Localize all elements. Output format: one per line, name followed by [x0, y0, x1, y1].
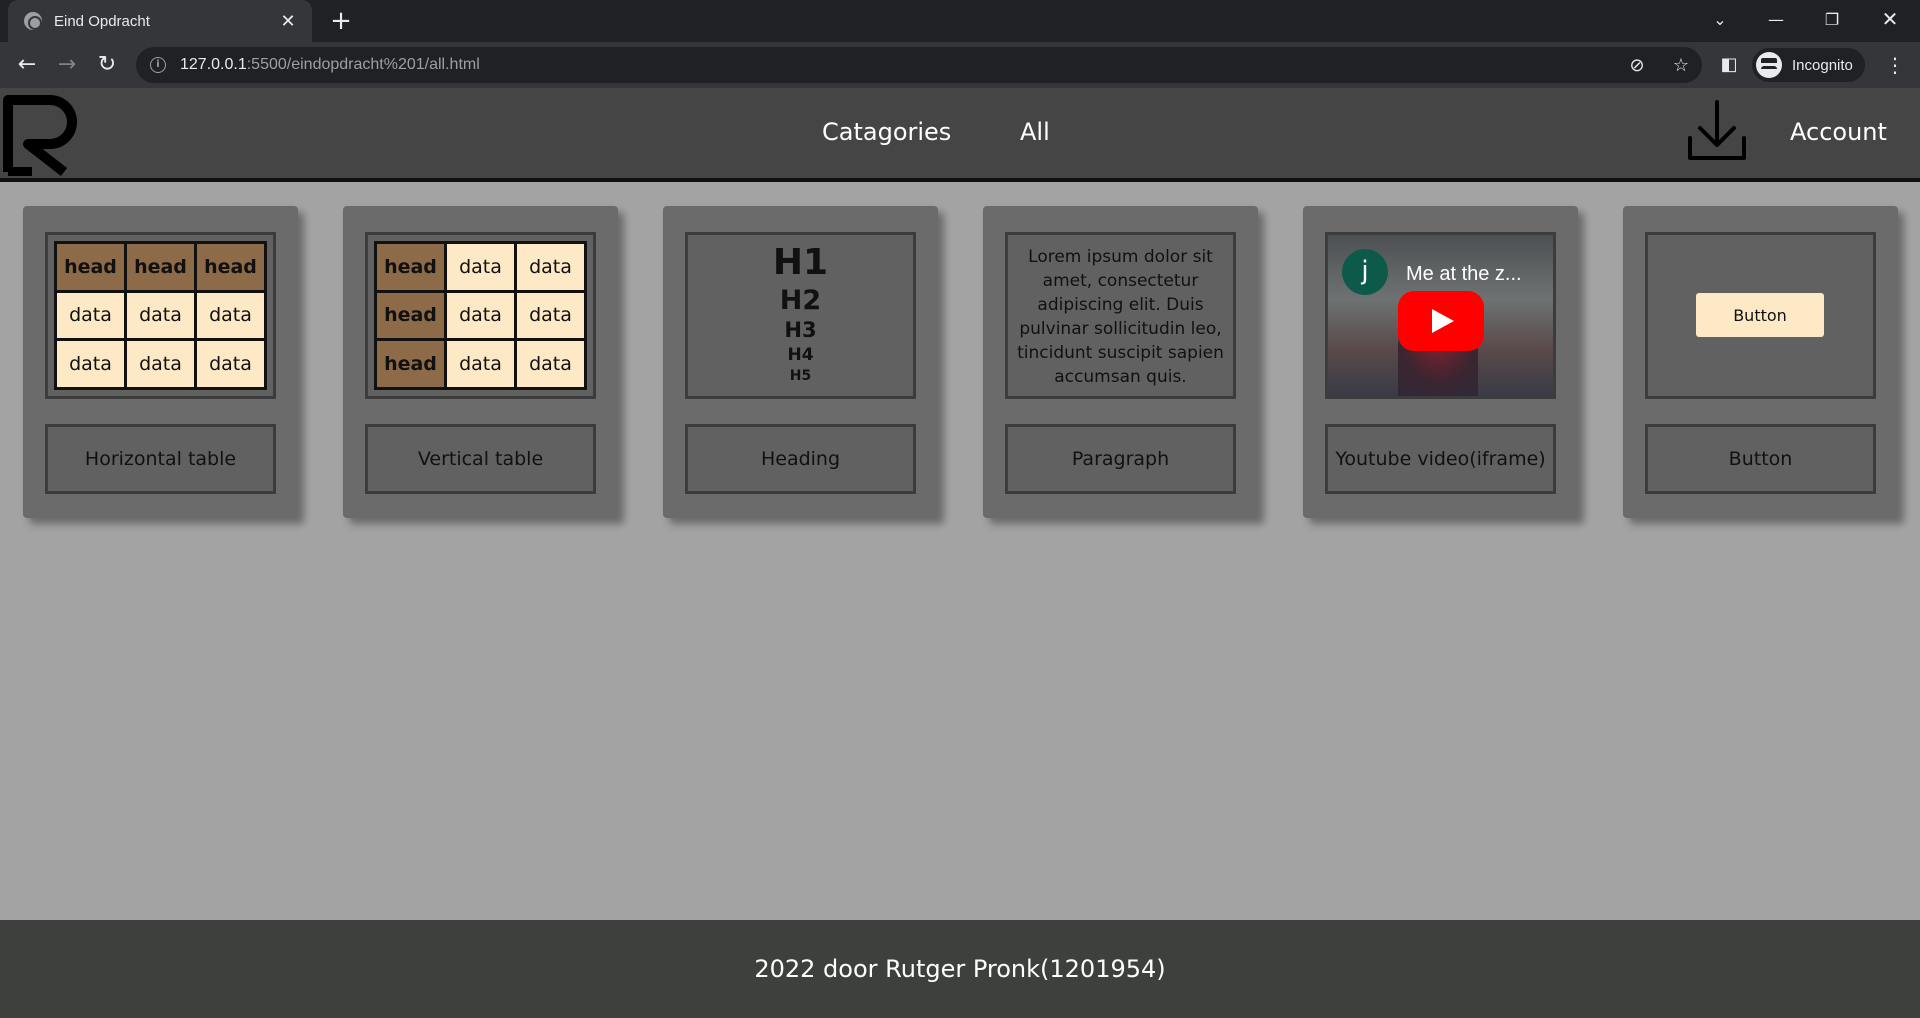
table-row: data data data: [54, 289, 267, 342]
minimize-button[interactable]: —: [1748, 0, 1804, 38]
table-data-cell: data: [54, 289, 127, 342]
eye-slash-icon[interactable]: ⊘: [1626, 55, 1648, 77]
table-data-cell: data: [444, 338, 517, 390]
table-data-cell: data: [514, 338, 587, 390]
demo-button[interactable]: Button: [1696, 293, 1824, 337]
paragraph-preview: Lorem ipsum dolor sit amet, consectetur …: [1005, 232, 1236, 399]
heading-h5: H5: [789, 368, 812, 384]
tab-title: Eind Opdracht: [54, 12, 150, 30]
globe-icon: [24, 12, 42, 30]
table-data-cell: data: [514, 289, 587, 342]
paragraph-text: Lorem ipsum dolor sit amet, consectetur …: [1017, 247, 1224, 387]
heading-preview: H1 H2 H3 H4 H5: [685, 232, 916, 399]
youtube-preview: j Me at the z...: [1325, 232, 1556, 399]
heading-stack: H1 H2 H3 H4 H5: [688, 235, 913, 396]
card-label: Paragraph: [1005, 424, 1236, 494]
nav-link-all[interactable]: All: [1020, 118, 1050, 146]
heading-h2: H2: [779, 285, 822, 316]
heading-h1: H1: [772, 242, 829, 283]
table-row: head data data: [374, 338, 587, 390]
horizontal-table-preview: head head head data data data data data …: [45, 232, 276, 399]
footer-text: 2022 door Rutger Pronk(1201954): [754, 955, 1166, 983]
table-row: data data data: [54, 338, 267, 390]
table-data-cell: data: [54, 338, 127, 390]
vertical-table: head data data head data data head data …: [374, 241, 587, 390]
url-path: :5500/eindopdracht%201/all.html: [246, 56, 480, 73]
table-data-cell: data: [194, 289, 267, 342]
site-info-icon[interactable]: i: [150, 57, 166, 73]
star-icon[interactable]: ☆: [1670, 55, 1692, 77]
close-tab-icon[interactable]: ✕: [278, 11, 298, 32]
account-link[interactable]: Account: [1790, 118, 1887, 146]
table-head-cell: head: [124, 241, 197, 293]
table-row: head data data: [374, 241, 587, 293]
table-data-cell: data: [444, 289, 517, 342]
browser-toolbar: ← → ↻ i 127.0.0.1:5500/eindopdracht%201/…: [0, 42, 1920, 88]
incognito-icon: [1756, 52, 1782, 78]
play-icon[interactable]: [1398, 291, 1484, 351]
card-heading[interactable]: H1 H2 H3 H4 H5 Heading: [663, 206, 938, 518]
heading-h3: H3: [784, 318, 817, 342]
restore-button[interactable]: ❐: [1804, 0, 1860, 38]
nav-link-catagories[interactable]: Catagories: [822, 118, 951, 146]
table-data-cell: data: [124, 338, 197, 390]
browser-tab[interactable]: Eind Opdracht ✕: [8, 0, 312, 42]
table-head-cell: head: [374, 338, 447, 390]
back-arrow-icon[interactable]: ←: [12, 50, 42, 80]
download-icon[interactable]: [1686, 98, 1748, 164]
card-vertical-table[interactable]: head data data head data data head data …: [343, 206, 618, 518]
card-label: Button: [1645, 424, 1876, 494]
youtube-embed[interactable]: j Me at the z...: [1328, 235, 1553, 396]
horizontal-table: head head head data data data data data …: [54, 241, 267, 390]
table-data-cell: data: [514, 241, 587, 293]
address-bar[interactable]: i 127.0.0.1:5500/eindopdracht%201/all.ht…: [136, 47, 1702, 83]
card-label: Youtube video(iframe): [1325, 424, 1556, 494]
table-data-cell: data: [124, 289, 197, 342]
site-header: Catagories All Account: [0, 88, 1920, 182]
table-head-cell: head: [374, 289, 447, 342]
card-horizontal-table[interactable]: head head head data data data data data …: [23, 206, 298, 518]
table-row: head head head: [54, 241, 267, 293]
side-panel-icon[interactable]: ◧: [1718, 54, 1740, 76]
card-label: Heading: [685, 424, 916, 494]
vertical-table-preview: head data data head data data head data …: [365, 232, 596, 399]
forward-arrow-icon[interactable]: →: [52, 50, 82, 80]
profile-label: Incognito: [1792, 56, 1853, 74]
browser-menu-icon[interactable]: ⋮: [1880, 50, 1910, 80]
table-head-cell: head: [54, 241, 127, 293]
channel-avatar[interactable]: j: [1342, 249, 1388, 295]
card-label: Horizontal table: [45, 424, 276, 494]
new-tab-button[interactable]: +: [326, 6, 356, 36]
tab-search-icon[interactable]: ⌄: [1692, 0, 1748, 38]
table-data-cell: data: [194, 338, 267, 390]
card-paragraph[interactable]: Lorem ipsum dolor sit amet, consectetur …: [983, 206, 1258, 518]
table-head-cell: head: [194, 241, 267, 293]
table-data-cell: data: [444, 241, 517, 293]
url-host: 127.0.0.1: [180, 56, 247, 73]
logo[interactable]: [2, 92, 88, 176]
card-button[interactable]: Button Button: [1623, 206, 1898, 518]
button-preview: Button: [1645, 232, 1876, 399]
card-label: Vertical table: [365, 424, 596, 494]
table-row: head data data: [374, 289, 587, 342]
close-window-button[interactable]: ✕: [1862, 0, 1918, 38]
table-head-cell: head: [374, 241, 447, 293]
reload-icon[interactable]: ↻: [92, 50, 122, 80]
card-youtube-video[interactable]: j Me at the z... Youtube video(iframe): [1303, 206, 1578, 518]
footer: 2022 door Rutger Pronk(1201954): [0, 920, 1920, 1018]
video-title[interactable]: Me at the z...: [1406, 263, 1522, 286]
heading-h4: H4: [787, 345, 814, 365]
browser-tab-strip: Eind Opdracht ✕ + ⌄ — ❐ ✕: [0, 0, 1920, 42]
incognito-profile-button[interactable]: Incognito: [1752, 48, 1865, 82]
